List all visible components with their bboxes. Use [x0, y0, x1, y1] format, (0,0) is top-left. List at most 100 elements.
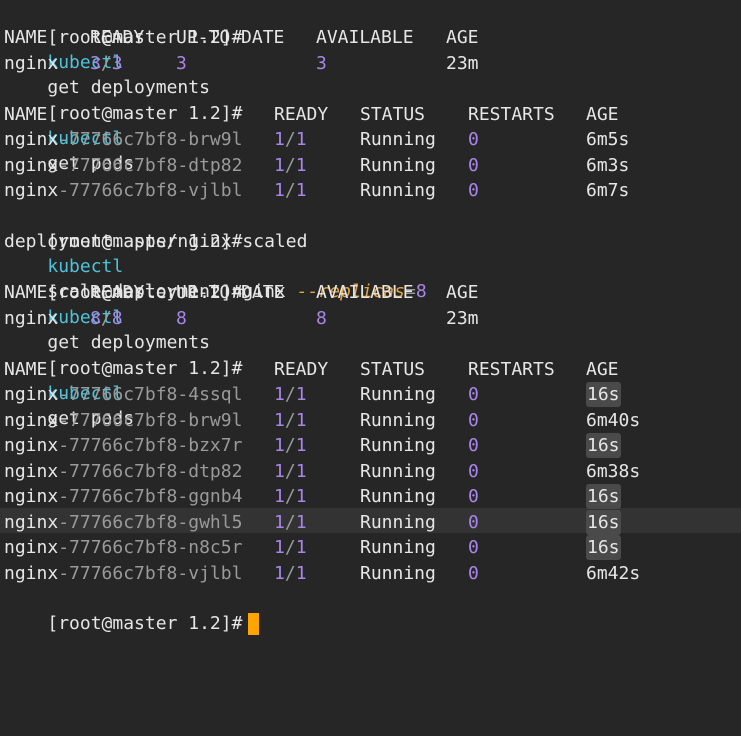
pod-restarts: 0 — [468, 384, 479, 405]
pod-restarts: 0 — [468, 512, 479, 533]
pod-ready: 1/1 — [274, 486, 307, 507]
pod-ready: 1/1 — [274, 435, 307, 456]
deploy-header-row: NAME READY UP-TO-DATE AVAILABLE AGE — [4, 25, 734, 50]
pod-row: nginx-77766c7bf8-vjlbl 1/1 Running 0 6m4… — [4, 561, 734, 586]
header-available: AVAILABLE — [316, 27, 414, 48]
pod-name: nginx-77766c7bf8-vjlbl — [4, 180, 243, 201]
deploy-ready: 3/3 — [90, 53, 123, 74]
deploy-name: nginx — [4, 308, 59, 329]
header-restarts: RESTARTS — [468, 359, 555, 380]
pod-row: nginx-77766c7bf8-dtp82 1/1 Running 0 6m3… — [4, 459, 734, 484]
header-name: NAME — [4, 359, 48, 380]
pod-ready: 1/1 — [274, 155, 307, 176]
pod-status: Running — [360, 563, 436, 584]
pod-restarts: 0 — [468, 410, 479, 431]
command-line: [root@master 1.2]# kubectl get deploymen… — [4, 255, 253, 353]
pod-restarts: 0 — [468, 129, 479, 150]
header-ready: READY — [274, 104, 329, 125]
pod-status: Running — [360, 155, 436, 176]
pod-ready: 1/1 — [274, 129, 307, 150]
pod-ready: 1/1 — [274, 461, 307, 482]
text-cursor[interactable] — [248, 613, 260, 635]
header-age: AGE — [446, 282, 479, 303]
deploy-name: nginx — [4, 53, 59, 74]
pod-row: nginx-77766c7bf8-dtp82 1/1 Running 0 6m3… — [4, 153, 734, 178]
pod-ready: 1/1 — [274, 563, 307, 584]
header-uptodate: UP-TO-DATE — [176, 282, 285, 303]
header-uptodate: UP-TO-DATE — [176, 27, 285, 48]
pod-restarts: 0 — [468, 486, 479, 507]
pod-age: 6m7s — [586, 180, 630, 201]
command-line: [root@master 1.2]# kubectl scale deploym… — [4, 204, 426, 302]
deploy-uptodate: 3 — [176, 53, 187, 74]
pod-restarts: 0 — [468, 435, 479, 456]
header-available: AVAILABLE — [316, 282, 414, 303]
pod-name: nginx-77766c7bf8-ggnb4 — [4, 486, 243, 507]
pod-name: nginx-77766c7bf8-brw9l — [4, 410, 243, 431]
pod-status: Running — [360, 512, 436, 533]
pod-age: 6m42s — [586, 563, 641, 584]
pod-status: Running — [360, 384, 436, 405]
pod-restarts: 0 — [468, 155, 479, 176]
header-name: NAME — [4, 282, 48, 303]
deploy-age: 23m — [446, 308, 479, 329]
pod-age: 16s — [586, 535, 621, 560]
command-line-active[interactable]: [root@master 1.2]# — [4, 586, 260, 635]
pod-ready: 1/1 — [274, 384, 307, 405]
header-restarts: RESTARTS — [468, 104, 555, 125]
deploy-age: 23m — [446, 53, 479, 74]
header-age: AGE — [586, 359, 619, 380]
pod-row: nginx-77766c7bf8-vjlbl 1/1 Running 0 6m7… — [4, 178, 734, 203]
pod-name: nginx-77766c7bf8-dtp82 — [4, 155, 243, 176]
command-output: deployment.apps/nginx scaled — [4, 231, 308, 252]
header-ready: READY — [274, 359, 329, 380]
pod-status: Running — [360, 410, 436, 431]
pod-header-row: NAME READY STATUS RESTARTS AGE — [4, 102, 734, 127]
header-age: AGE — [446, 27, 479, 48]
pod-age: 16s — [586, 510, 621, 535]
header-ready: READY — [90, 27, 145, 48]
header-status: STATUS — [360, 104, 426, 125]
deploy-available: 8 — [316, 308, 327, 329]
deploy-row: nginx 8/8 8 8 23m — [4, 306, 734, 331]
pod-age: 6m5s — [586, 129, 630, 150]
pod-name: nginx-77766c7bf8-bzx7r — [4, 435, 243, 456]
pod-row-selected[interactable]: nginx-77766c7bf8-gwhl5 1/1 Running 0 16s — [4, 510, 734, 535]
pod-age: 6m38s — [586, 461, 641, 482]
shell-prompt: [root@master 1.2]# — [47, 613, 243, 634]
pod-status: Running — [360, 537, 436, 558]
pod-row: nginx-77766c7bf8-brw9l 1/1 Running 0 6m4… — [4, 408, 734, 433]
header-age: AGE — [586, 104, 619, 125]
command-line: [root@master 1.2]# kubectl get pods — [4, 331, 253, 429]
pod-restarts: 0 — [468, 180, 479, 201]
pod-status: Running — [360, 435, 436, 456]
pod-row: nginx-77766c7bf8-bzx7r 1/1 Running 0 16s — [4, 433, 734, 458]
pod-age: 6m40s — [586, 410, 641, 431]
pod-row: nginx-77766c7bf8-4ssql 1/1 Running 0 16s — [4, 382, 734, 407]
terminal-window[interactable]: [root@master 1.2]# kubectl get deploymen… — [0, 0, 741, 642]
pod-restarts: 0 — [468, 537, 479, 558]
command-line: [root@master 1.2]# kubectl get pods — [4, 76, 253, 174]
pod-status: Running — [360, 461, 436, 482]
pod-status: Running — [360, 180, 436, 201]
header-name: NAME — [4, 104, 48, 125]
pod-restarts: 0 — [468, 563, 479, 584]
deploy-row: nginx 3/3 3 3 23m — [4, 51, 734, 76]
pod-name: nginx-77766c7bf8-dtp82 — [4, 461, 243, 482]
pod-name: nginx-77766c7bf8-vjlbl — [4, 563, 243, 584]
deploy-uptodate: 8 — [176, 308, 187, 329]
deploy-header-row: NAME READY UP-TO-DATE AVAILABLE AGE — [4, 280, 734, 305]
pod-name: nginx-77766c7bf8-4ssql — [4, 384, 243, 405]
pod-age: 16s — [586, 382, 621, 407]
pod-row: nginx-77766c7bf8-brw9l 1/1 Running 0 6m5… — [4, 127, 734, 152]
pod-name: nginx-77766c7bf8-gwhl5 — [4, 512, 243, 533]
pod-ready: 1/1 — [274, 537, 307, 558]
pod-row: nginx-77766c7bf8-ggnb4 1/1 Running 0 16s — [4, 484, 734, 509]
pod-restarts: 0 — [468, 461, 479, 482]
deploy-available: 3 — [316, 53, 327, 74]
pod-age: 16s — [586, 484, 621, 509]
pod-row: nginx-77766c7bf8-n8c5r 1/1 Running 0 16s — [4, 535, 734, 560]
deploy-ready: 8/8 — [90, 308, 123, 329]
header-name: NAME — [4, 27, 48, 48]
pod-age: 16s — [586, 433, 621, 458]
